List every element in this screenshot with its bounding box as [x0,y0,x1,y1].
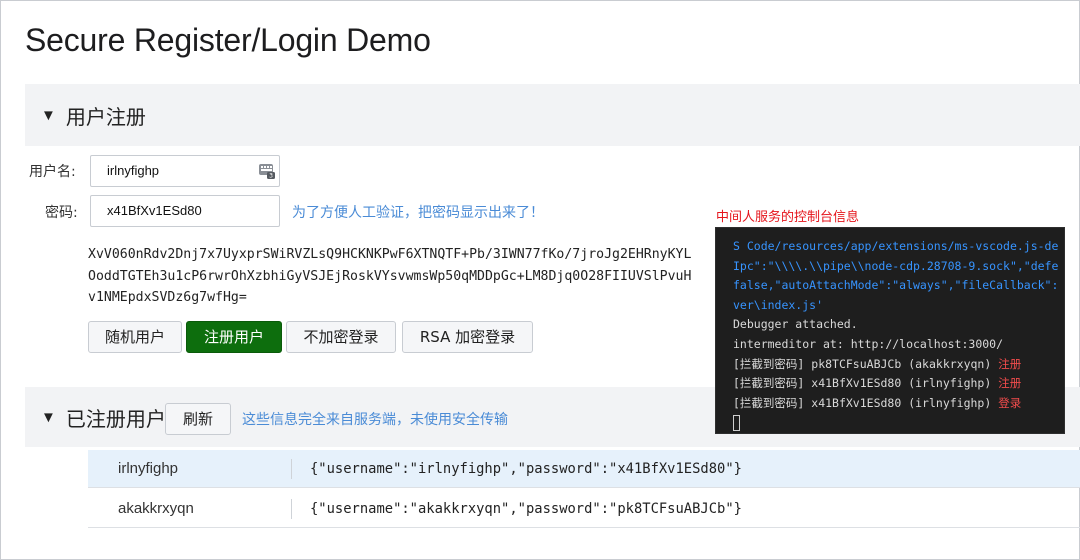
keyboard-badge-icon[interactable]: 3 [258,162,276,180]
refresh-button[interactable]: 刷新 [165,403,231,435]
rsa-login-button[interactable]: RSA 加密登录 [402,321,533,353]
register-section-header[interactable]: ▼ 用户注册 [25,84,1080,146]
row-json: {"username":"irlnyfighp","password":"x41… [310,461,742,477]
row-username: irlnyfighp [118,460,179,477]
console-line: Ipc":"\\\\.\\pipe\\node-cdp.28708-9.sock… [733,258,1059,273]
page-title: Secure Register/Login Demo [25,22,431,58]
caret-down-icon[interactable]: ▼ [41,409,56,426]
register-user-button[interactable]: 注册用户 [186,321,282,353]
registered-section-title: 已注册用户 [65,406,166,431]
table-row[interactable]: irlnyfighp {"username":"irlnyfighp","pas… [88,450,1080,488]
console-prompt[interactable] [733,413,1064,433]
encrypted-password-text: XvV060nRdv2Dnj7x7UyxprSWiRVZLsQ9HCKNKPwF… [88,247,692,305]
caret-down-icon[interactable]: ▼ [41,107,56,124]
console-line: ver\index.js' [733,297,824,312]
console-line: Debugger attached. [733,317,858,332]
column-divider [291,459,292,479]
console-tag: 注册 [998,376,1022,391]
console-line: S Code/resources/app/extensions/ms-vscod… [733,239,1059,253]
row-username: akakkrxyqn [118,500,194,517]
password-label: 密码: [45,205,78,221]
column-divider [291,499,292,519]
console-line: intermeditor at: http://localhost:3000/ [733,336,1004,351]
console-line: [拦截到密码] x41BfXv1ESd80 (irlnyfighp) 登录 [733,395,1022,410]
console-tag: 注册 [998,356,1022,371]
username-label: 用户名: [29,164,76,180]
cursor-icon [733,415,740,432]
random-user-button[interactable]: 随机用户 [88,321,182,353]
console-line: [拦截到密码] pk8TCFsuABJCb (akakkrxyqn) 注册 [733,356,1022,371]
mitm-console[interactable]: S Code/resources/app/extensions/ms-vscod… [715,227,1065,434]
server-data-hint: 这些信息完全来自服务端，未使用安全传输 [242,412,508,428]
register-section-title: 用户注册 [65,104,146,129]
plain-login-button[interactable]: 不加密登录 [286,321,396,353]
table-row[interactable]: akakkrxyqn {"username":"akakkrxyqn","pas… [88,490,1080,528]
console-line: false,"autoAttachMode":"always","fileCal… [733,278,1059,293]
console-caption: 中间人服务的控制台信息 [716,210,860,225]
password-input[interactable]: x41BfXv1ESd80 [90,195,280,227]
console-line: [拦截到密码] x41BfXv1ESd80 (irlnyfighp) 注册 [733,376,1022,391]
password-hint: 为了方便人工验证，把密码显示出来了！ [292,205,544,221]
username-input[interactable]: irlnyfighp [90,155,280,187]
console-tag: 登录 [998,395,1022,410]
svg-text:3: 3 [269,173,273,180]
row-json: {"username":"akakkrxyqn","password":"pk8… [310,501,742,517]
